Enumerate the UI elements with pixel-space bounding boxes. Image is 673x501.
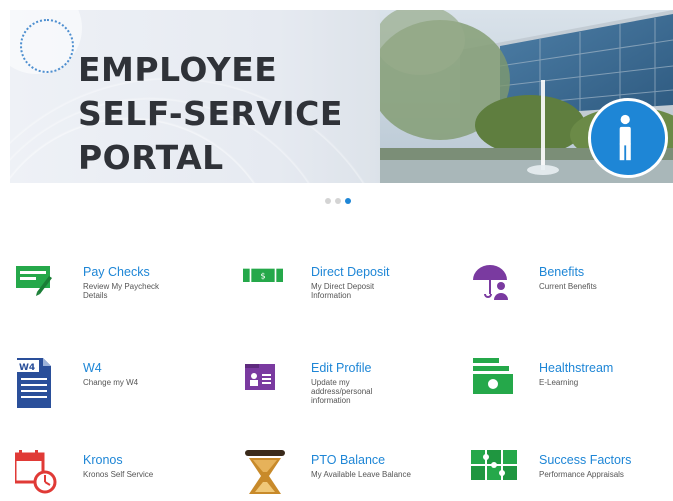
banner-dotted-ring [20, 19, 74, 73]
tile-description: Update my address/personal information [311, 378, 373, 405]
tile-pto-balance[interactable]: PTO Balance My Available Leave Balance [243, 450, 443, 500]
carousel-dot-1[interactable] [325, 198, 331, 204]
tile-title[interactable]: Kronos [83, 453, 123, 467]
tile-direct-deposit[interactable]: $ Direct Deposit My Direct Deposit Infor… [243, 262, 443, 312]
banner-title-line-1: EMPLOYEE [78, 50, 278, 89]
tile-healthstream[interactable]: Healthstream E-Learning [471, 358, 671, 408]
tile-title[interactable]: Edit Profile [311, 361, 371, 375]
banner-title: EMPLOYEE SELF-SERVICE PORTAL [78, 48, 343, 180]
tile-success-factors[interactable]: Success Factors Performance Appraisals [471, 450, 671, 500]
tile-edit-profile[interactable]: Edit Profile Update my address/personal … [243, 358, 443, 408]
carousel-dot-2[interactable] [335, 198, 341, 204]
banner-title-line-2: SELF-SERVICE [78, 94, 343, 133]
tile-pay-checks[interactable]: Pay Checks Review My Paycheck Details [15, 262, 215, 312]
tile-description: E-Learning [539, 378, 579, 387]
hourglass-icon [245, 450, 285, 494]
tile-description: Performance Appraisals [539, 470, 624, 479]
tile-w4[interactable]: W4 W4 Change my W4 [15, 358, 215, 408]
tile-title[interactable]: Healthstream [539, 361, 613, 375]
carousel-dots [325, 198, 351, 204]
tile-title[interactable]: Success Factors [539, 453, 631, 467]
tile-description: Current Benefits [539, 282, 597, 291]
w4-document-icon: W4 [17, 358, 51, 408]
tile-description: Kronos Self Service [83, 470, 154, 479]
person-badge [588, 98, 668, 178]
tile-description: My Direct Deposit Information [311, 282, 375, 300]
tile-title[interactable]: Benefits [539, 265, 584, 279]
tile-description: My Available Leave Balance [311, 470, 411, 479]
tile-description: Change my W4 [83, 378, 139, 387]
stacked-trays-icon [473, 358, 513, 394]
svg-text:$: $ [260, 271, 265, 281]
hero-banner: EMPLOYEE SELF-SERVICE PORTAL [10, 10, 673, 183]
tile-description: Review My Paycheck Details [83, 282, 160, 300]
svg-text:W4: W4 [19, 363, 35, 373]
tile-title[interactable]: Direct Deposit [311, 265, 390, 279]
puzzle-icon [471, 450, 517, 480]
tile-title[interactable]: W4 [83, 361, 102, 375]
tile-title[interactable]: PTO Balance [311, 453, 385, 467]
tile-kronos[interactable]: Kronos Kronos Self Service [15, 450, 215, 500]
paycheck-icon [16, 266, 52, 296]
tile-title[interactable]: Pay Checks [83, 265, 150, 279]
calendar-clock-icon [15, 450, 57, 494]
banner-title-line-3: PORTAL [78, 138, 224, 177]
money-icon: $ [243, 268, 283, 282]
tile-benefits[interactable]: Benefits Current Benefits [471, 262, 671, 312]
person-icon [619, 114, 631, 161]
carousel-dot-3[interactable] [345, 198, 351, 204]
id-card-icon [245, 364, 275, 390]
umbrella-person-icon [473, 265, 508, 300]
